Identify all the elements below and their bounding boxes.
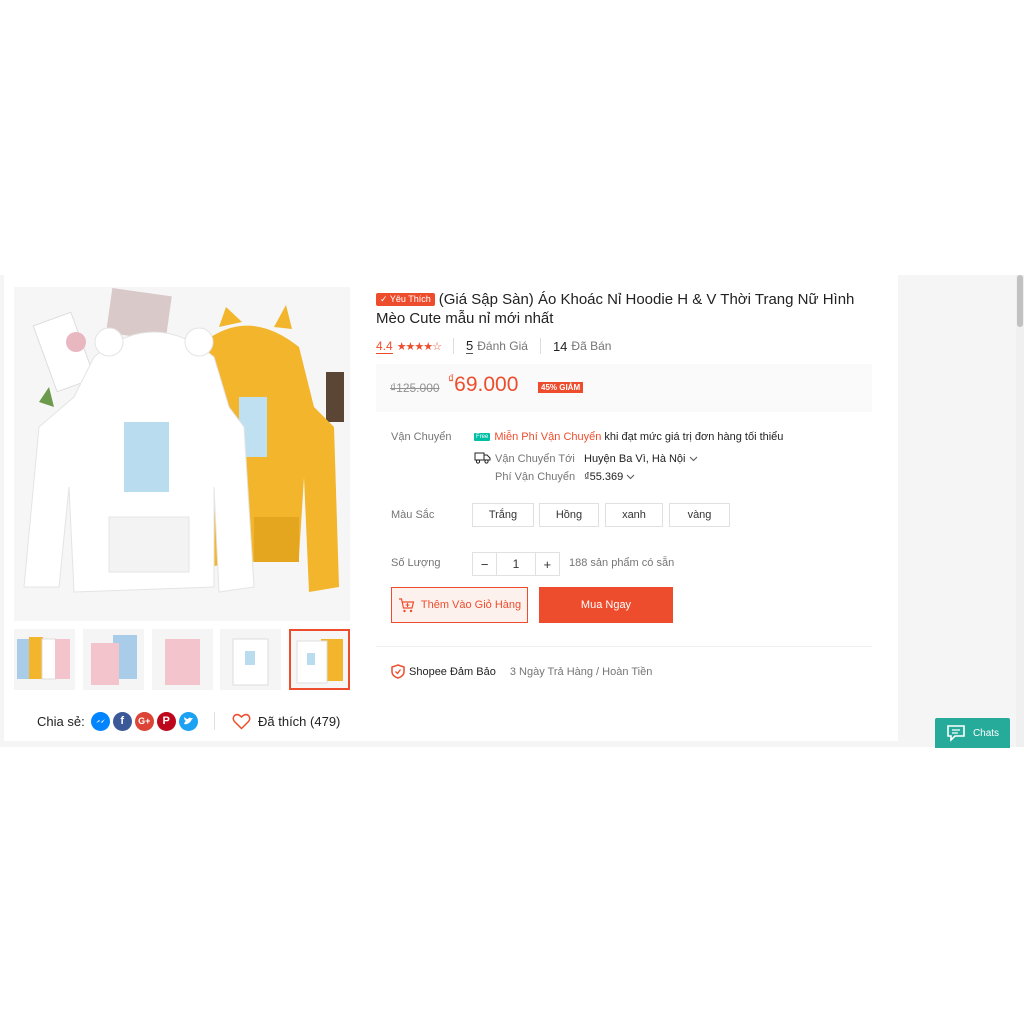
current-price: ₫69.000 [448,372,518,397]
guarantee-title: Shopee Đảm Bảo [409,665,496,678]
stats-divider [539,338,541,354]
color-option-trang[interactable]: Trắng [472,503,534,527]
add-to-cart-button[interactable]: Thêm Vào Giỏ Hàng [391,587,528,623]
reviews-label: Đánh Giá [477,339,528,353]
favorite-seller-badge: ✓ Yêu Thích [376,293,435,306]
scrollbar[interactable] [1016,275,1024,747]
color-label: Màu Sắc [391,509,435,521]
stats-divider [453,338,454,354]
favorite-button[interactable]: Đã thích (479) [232,712,340,730]
heart-icon [232,713,251,730]
color-option-hong[interactable]: Hồng [539,503,599,527]
chevron-down-icon[interactable] [689,453,698,465]
discount-badge: 45% GIẢM [538,382,584,393]
thumbnail-4[interactable] [220,629,281,690]
chat-button[interactable]: Chats [935,718,1010,748]
product-title-text: (Giá Sập Sàn) Áo Khoác Nỉ Hoodie H & V T… [376,291,855,327]
product-title: ✓ Yêu Thích (Giá Sập Sàn) Áo Khoác Nỉ Hoo… [376,290,866,328]
sold-count: 14 [552,338,568,354]
free-shipping-text: Miễn Phí Vận Chuyển [494,431,602,443]
share-divider [214,712,215,730]
rating-value[interactable]: 4.4 [376,339,393,354]
current-price-value: 69.000 [454,373,519,396]
quantity-label: Số Lượng [391,557,441,569]
google-plus-icon[interactable]: G+ [134,711,154,731]
color-option-xanh[interactable]: xanh [605,503,663,527]
chat-icon [947,725,965,742]
old-price: ₫125.000 [390,381,440,395]
shipping-to-value[interactable]: Huyện Ba Vì, Hà Nội [584,453,686,465]
share-label: Chia sẻ: [37,713,85,729]
thumbnail-strip [14,629,350,690]
free-shipping-condition: khi đạt mức giá trị đơn hàng tối thiểu [604,431,784,443]
share-row: Chia sẻ: f G+ P [37,711,198,731]
shopee-guarantee[interactable]: Shopee Đảm Bảo 3 Ngày Trả Hàng / Hoàn Ti… [391,664,652,679]
scrollbar-thumb[interactable] [1017,275,1023,327]
hoodie-image [14,287,350,621]
messenger-icon[interactable] [90,711,110,731]
chevron-down-icon[interactable] [626,471,635,483]
cart-icon [398,597,415,612]
quantity-increase-button[interactable]: + [536,553,559,575]
thumbnail-1[interactable] [14,629,75,690]
add-to-cart-label: Thêm Vào Giỏ Hàng [420,599,522,611]
color-option-vang[interactable]: vàng [669,503,730,527]
shipping-fee-value[interactable]: ₫55.369 [584,471,623,483]
truck-icon [474,451,491,467]
price-box: ₫125.000 ₫69.000 45% GIẢM [376,364,872,412]
twitter-icon[interactable] [178,711,198,731]
facebook-icon[interactable]: f [112,711,132,731]
product-main-image[interactable] [14,287,350,621]
buy-now-button[interactable]: Mua Ngay [539,587,673,623]
quantity-decrease-button[interactable]: − [473,553,496,575]
shipping-label: Vận Chuyển [391,431,452,443]
quantity-stepper: − 1 + [472,552,560,576]
shipping-to-label: Vận Chuyển Tới [495,453,575,465]
quantity-input[interactable]: 1 [496,553,536,575]
shipping-fee-row: Phí Vận Chuyển ₫55.369 [495,471,635,483]
shield-icon [391,664,405,679]
reviews-count[interactable]: 5 [466,338,474,354]
shipping-to-row: Vận Chuyển Tới Huyện Ba Vì, Hà Nội [474,451,698,467]
sold-label: Đã Bán [571,339,612,353]
chat-label: Chats [972,727,1000,739]
thumbnail-3[interactable] [152,629,213,690]
guarantee-text: 3 Ngày Trả Hàng / Hoàn Tiền [509,665,653,678]
shipping-fee-label: Phí Vận Chuyển [495,471,576,483]
divider [376,646,872,647]
free-shipping-icon: Free [474,433,491,441]
rating-stars: ★★★★☆ [396,340,442,353]
thumbnail-2[interactable] [83,629,144,690]
free-shipping-row: Free Miễn Phí Vận Chuyển khi đạt mức giá… [474,431,783,443]
pinterest-icon[interactable]: P [156,711,176,731]
favorite-count: Đã thích (479) [258,713,341,729]
stock-text: 188 sản phẩm có sẵn [569,557,675,569]
thumbnail-5[interactable] [289,629,350,690]
product-stats: 4.4 ★★★★☆ 5 Đánh Giá 14 Đã Bán [376,338,611,354]
